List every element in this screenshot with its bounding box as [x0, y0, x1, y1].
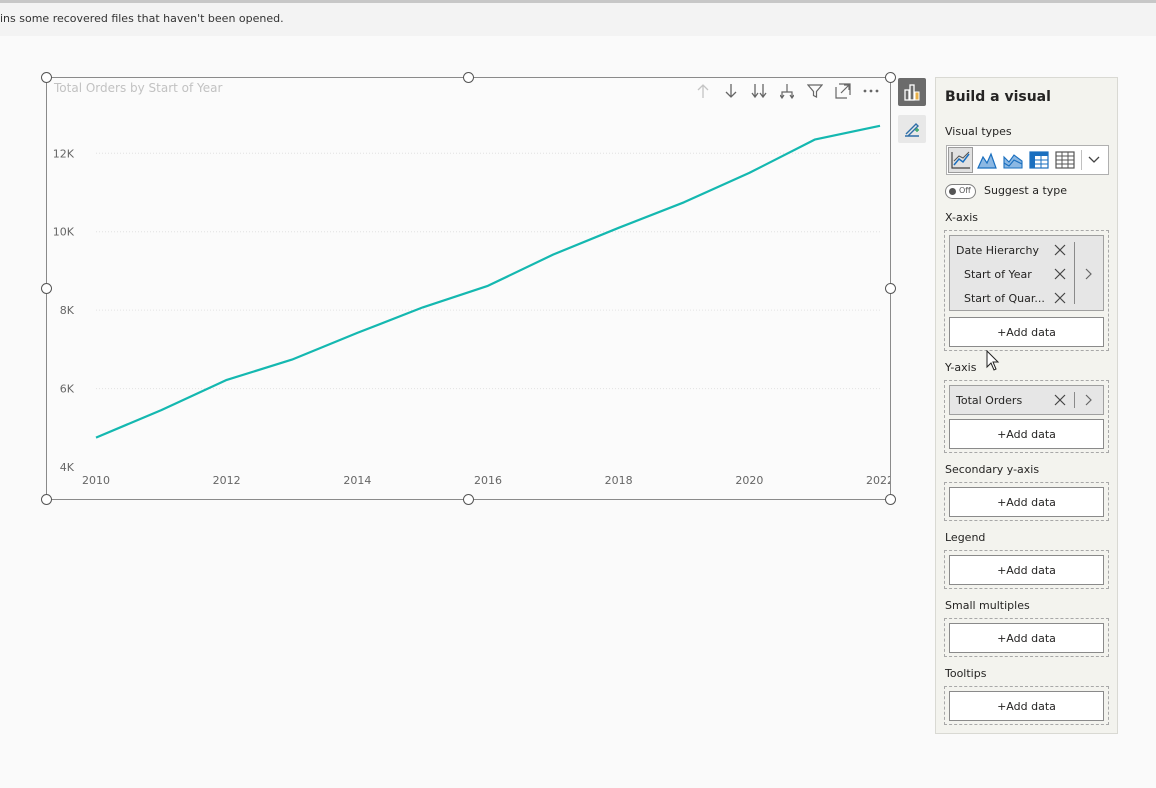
y-field-total-orders[interactable]: Total Orders: [956, 389, 1022, 411]
resize-handle-bottom-left[interactable]: [41, 494, 52, 505]
legend-label: Legend: [945, 531, 986, 544]
y-tick-label: 8K: [60, 304, 75, 317]
tooltips-label: Tooltips: [945, 667, 987, 680]
chevron-right-icon[interactable]: [1084, 394, 1094, 406]
resize-handle-top-right[interactable]: [885, 72, 896, 83]
secondary-y-axis-well: +Add data: [944, 482, 1109, 521]
legend-add-data-button[interactable]: +Add data: [949, 555, 1104, 585]
y-axis-add-data-button[interactable]: +Add data: [949, 419, 1104, 449]
y-tick-label: 12K: [53, 147, 75, 160]
small-multiples-well: +Add data: [944, 618, 1109, 657]
x-axis-label: X-axis: [945, 211, 978, 224]
chevron-right-icon[interactable]: [1084, 268, 1094, 280]
secondary-y-axis-label: Secondary y-axis: [945, 463, 1040, 476]
resize-handle-right[interactable]: [885, 283, 896, 294]
x-field-date-hierarchy[interactable]: Date Hierarchy: [956, 239, 1039, 261]
tooltips-well: +Add data: [944, 686, 1109, 725]
notification-text: ins some recovered files that haven't be…: [0, 12, 284, 25]
x-tick-label: 2022: [866, 474, 890, 487]
x-tick-label: 2012: [213, 474, 241, 487]
y-axis-field-group: Total Orders: [949, 385, 1104, 415]
pane-switcher: [898, 78, 928, 152]
y-tick-label: 10K: [53, 226, 75, 239]
legend-well: +Add data: [944, 550, 1109, 589]
x-tick-label: 2014: [343, 474, 371, 487]
x-field-start-of-quarter[interactable]: Start of Quar...: [964, 287, 1045, 309]
mouse-cursor-icon: [986, 350, 1000, 371]
build-visual-pane: Build a visual Visual types Off Suggest …: [935, 77, 1118, 734]
remove-start-of-year-icon[interactable]: [1054, 268, 1066, 280]
app-root: ins some recovered files that haven't be…: [0, 0, 1156, 788]
x-axis-add-data-button[interactable]: +Add data: [949, 317, 1104, 347]
recovered-files-notification-bar: ins some recovered files that haven't be…: [0, 0, 1156, 36]
build-visual-tab[interactable]: [898, 78, 926, 106]
remove-total-orders-icon[interactable]: [1054, 394, 1066, 406]
visual-types-label: Visual types: [945, 125, 1012, 138]
x-axis-well: Date Hierarchy Start of Year Start of Qu…: [944, 230, 1109, 351]
secondary-y-add-data-button[interactable]: +Add data: [949, 487, 1104, 517]
resize-handle-bottom[interactable]: [463, 494, 474, 505]
remove-date-hierarchy-icon[interactable]: [1054, 244, 1066, 256]
x-tick-label: 2020: [735, 474, 763, 487]
area-chart-icon[interactable]: [974, 147, 999, 173]
matrix-icon[interactable]: [1026, 147, 1051, 173]
remove-start-of-quarter-icon[interactable]: [1054, 292, 1066, 304]
series-line: [95, 124, 881, 439]
field-divider: [1074, 392, 1075, 408]
x-axis-field-group: Date Hierarchy Start of Year Start of Qu…: [949, 235, 1104, 311]
tooltips-add-data-button[interactable]: +Add data: [949, 691, 1104, 721]
y-tick-label: 6K: [60, 383, 75, 396]
small-multiples-label: Small multiples: [945, 599, 1030, 612]
field-divider: [1074, 242, 1075, 304]
resize-handle-bottom-right[interactable]: [885, 494, 896, 505]
stacked-area-chart-icon[interactable]: [1000, 147, 1025, 173]
pane-title: Build a visual: [945, 89, 1051, 105]
y-tick-label: 4K: [60, 461, 75, 474]
suggest-type-label: Suggest a type: [984, 184, 1068, 197]
x-tick-label: 2018: [605, 474, 633, 487]
format-visual-tab[interactable]: [898, 115, 926, 143]
x-field-start-of-year[interactable]: Start of Year: [964, 263, 1032, 285]
format-visual-icon: [905, 123, 919, 137]
toggle-knob: [949, 188, 956, 195]
small-multiples-add-data-button[interactable]: +Add data: [949, 623, 1104, 653]
resize-handle-left[interactable]: [41, 283, 52, 294]
resize-handle-top[interactable]: [463, 72, 474, 83]
build-visual-icon: [904, 84, 920, 101]
table-icon[interactable]: [1052, 147, 1077, 173]
visual-types-gallery: [946, 145, 1109, 175]
suggest-type-toggle[interactable]: Off: [945, 184, 976, 199]
x-tick-label: 2010: [82, 474, 110, 487]
y-axis-label: Y-axis: [945, 361, 977, 374]
x-tick-label: 2016: [474, 474, 502, 487]
toggle-state-text: Off: [959, 186, 971, 195]
line-chart-icon[interactable]: [948, 147, 973, 173]
chevron-down-icon[interactable]: [1082, 147, 1106, 173]
y-axis-well: Total Orders +Add data: [944, 380, 1109, 453]
line-chart: 4K 6K 8K 10K 12K 2010 2012 2014 2016 2018 2020 2022: [53, 124, 890, 487]
line-chart-visual[interactable]: Total Orders by Start of Year 4K 6K 8K 1…: [46, 77, 891, 500]
resize-handle-top-left[interactable]: [41, 72, 52, 83]
